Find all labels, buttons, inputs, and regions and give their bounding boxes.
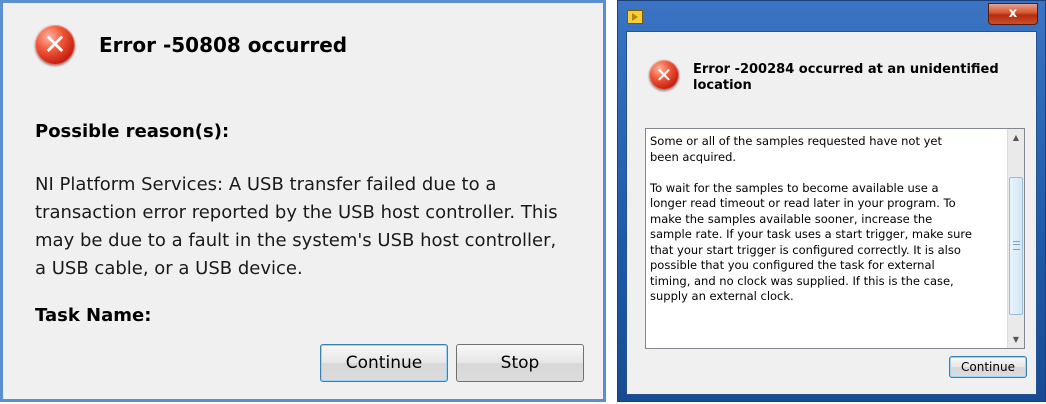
message-line: that your start trigger is configured co…	[650, 242, 961, 257]
message-line: longer read timeout or read later in you…	[650, 196, 956, 210]
scroll-up-arrow-icon[interactable]: ▲	[1008, 129, 1024, 146]
message-line: transaction error reported by the USB ho…	[35, 202, 558, 223]
dialog-client-area: ✕ Error -200284 occurred at an unidentif…	[626, 31, 1037, 395]
dialog-title: Error -50808 occurred	[99, 33, 348, 57]
message-line: supply an external clock.	[650, 289, 794, 303]
error-message: NI Platform Services: A USB transfer fai…	[35, 171, 595, 283]
message-line: sample rate. If your task uses a start t…	[650, 227, 972, 241]
message-line: been acquired.	[650, 149, 737, 164]
error-icon: ✕	[649, 60, 679, 90]
scroll-down-arrow-icon[interactable]: ▼	[1008, 331, 1024, 348]
continue-button[interactable]: Continue	[949, 356, 1027, 378]
title-line: Error -200284 occurred at an unidentifie…	[693, 62, 999, 77]
error-message: Some or all of the samples requested hav…	[650, 134, 1002, 305]
message-line: NI Platform Services: A USB transfer fai…	[35, 174, 497, 195]
close-icon[interactable]: x	[988, 3, 1038, 25]
task-name-label: Task Name:	[35, 305, 152, 326]
title-line: location	[693, 78, 752, 93]
error-icon: ✕	[35, 25, 75, 65]
dialog-title: Error -200284 occurred at an unidentifie…	[693, 62, 1013, 94]
left-error-dialog: ✕ Error -50808 occurred Possible reason(…	[0, 0, 606, 402]
grip-icon	[1013, 241, 1020, 250]
vertical-scrollbar[interactable]: ▲ ▼	[1007, 129, 1024, 348]
stop-button[interactable]: Stop	[456, 344, 584, 382]
labview-icon	[627, 10, 643, 24]
scrollbar-thumb[interactable]	[1009, 177, 1023, 315]
continue-button[interactable]: Continue	[320, 344, 448, 382]
right-error-dialog: x ✕ Error -200284 occurred at an unident…	[617, 0, 1046, 402]
message-line: a USB cable, or a USB device.	[35, 258, 303, 279]
message-line: To wait for the samples to become availa…	[650, 180, 939, 195]
message-line: may be due to a fault in the system's US…	[35, 230, 557, 251]
message-line: make the samples available sooner, incre…	[650, 211, 933, 226]
possible-reasons-heading: Possible reason(s):	[35, 121, 230, 142]
window-titlebar[interactable]: x	[618, 1, 1045, 31]
message-textbox[interactable]: Some or all of the samples requested hav…	[645, 128, 1025, 349]
message-line: timing, and no clock was supplied. If th…	[650, 273, 954, 288]
message-line: Some or all of the samples requested hav…	[650, 134, 943, 148]
message-line: possible that you configured the task fo…	[650, 258, 935, 272]
message-line	[650, 165, 1002, 181]
